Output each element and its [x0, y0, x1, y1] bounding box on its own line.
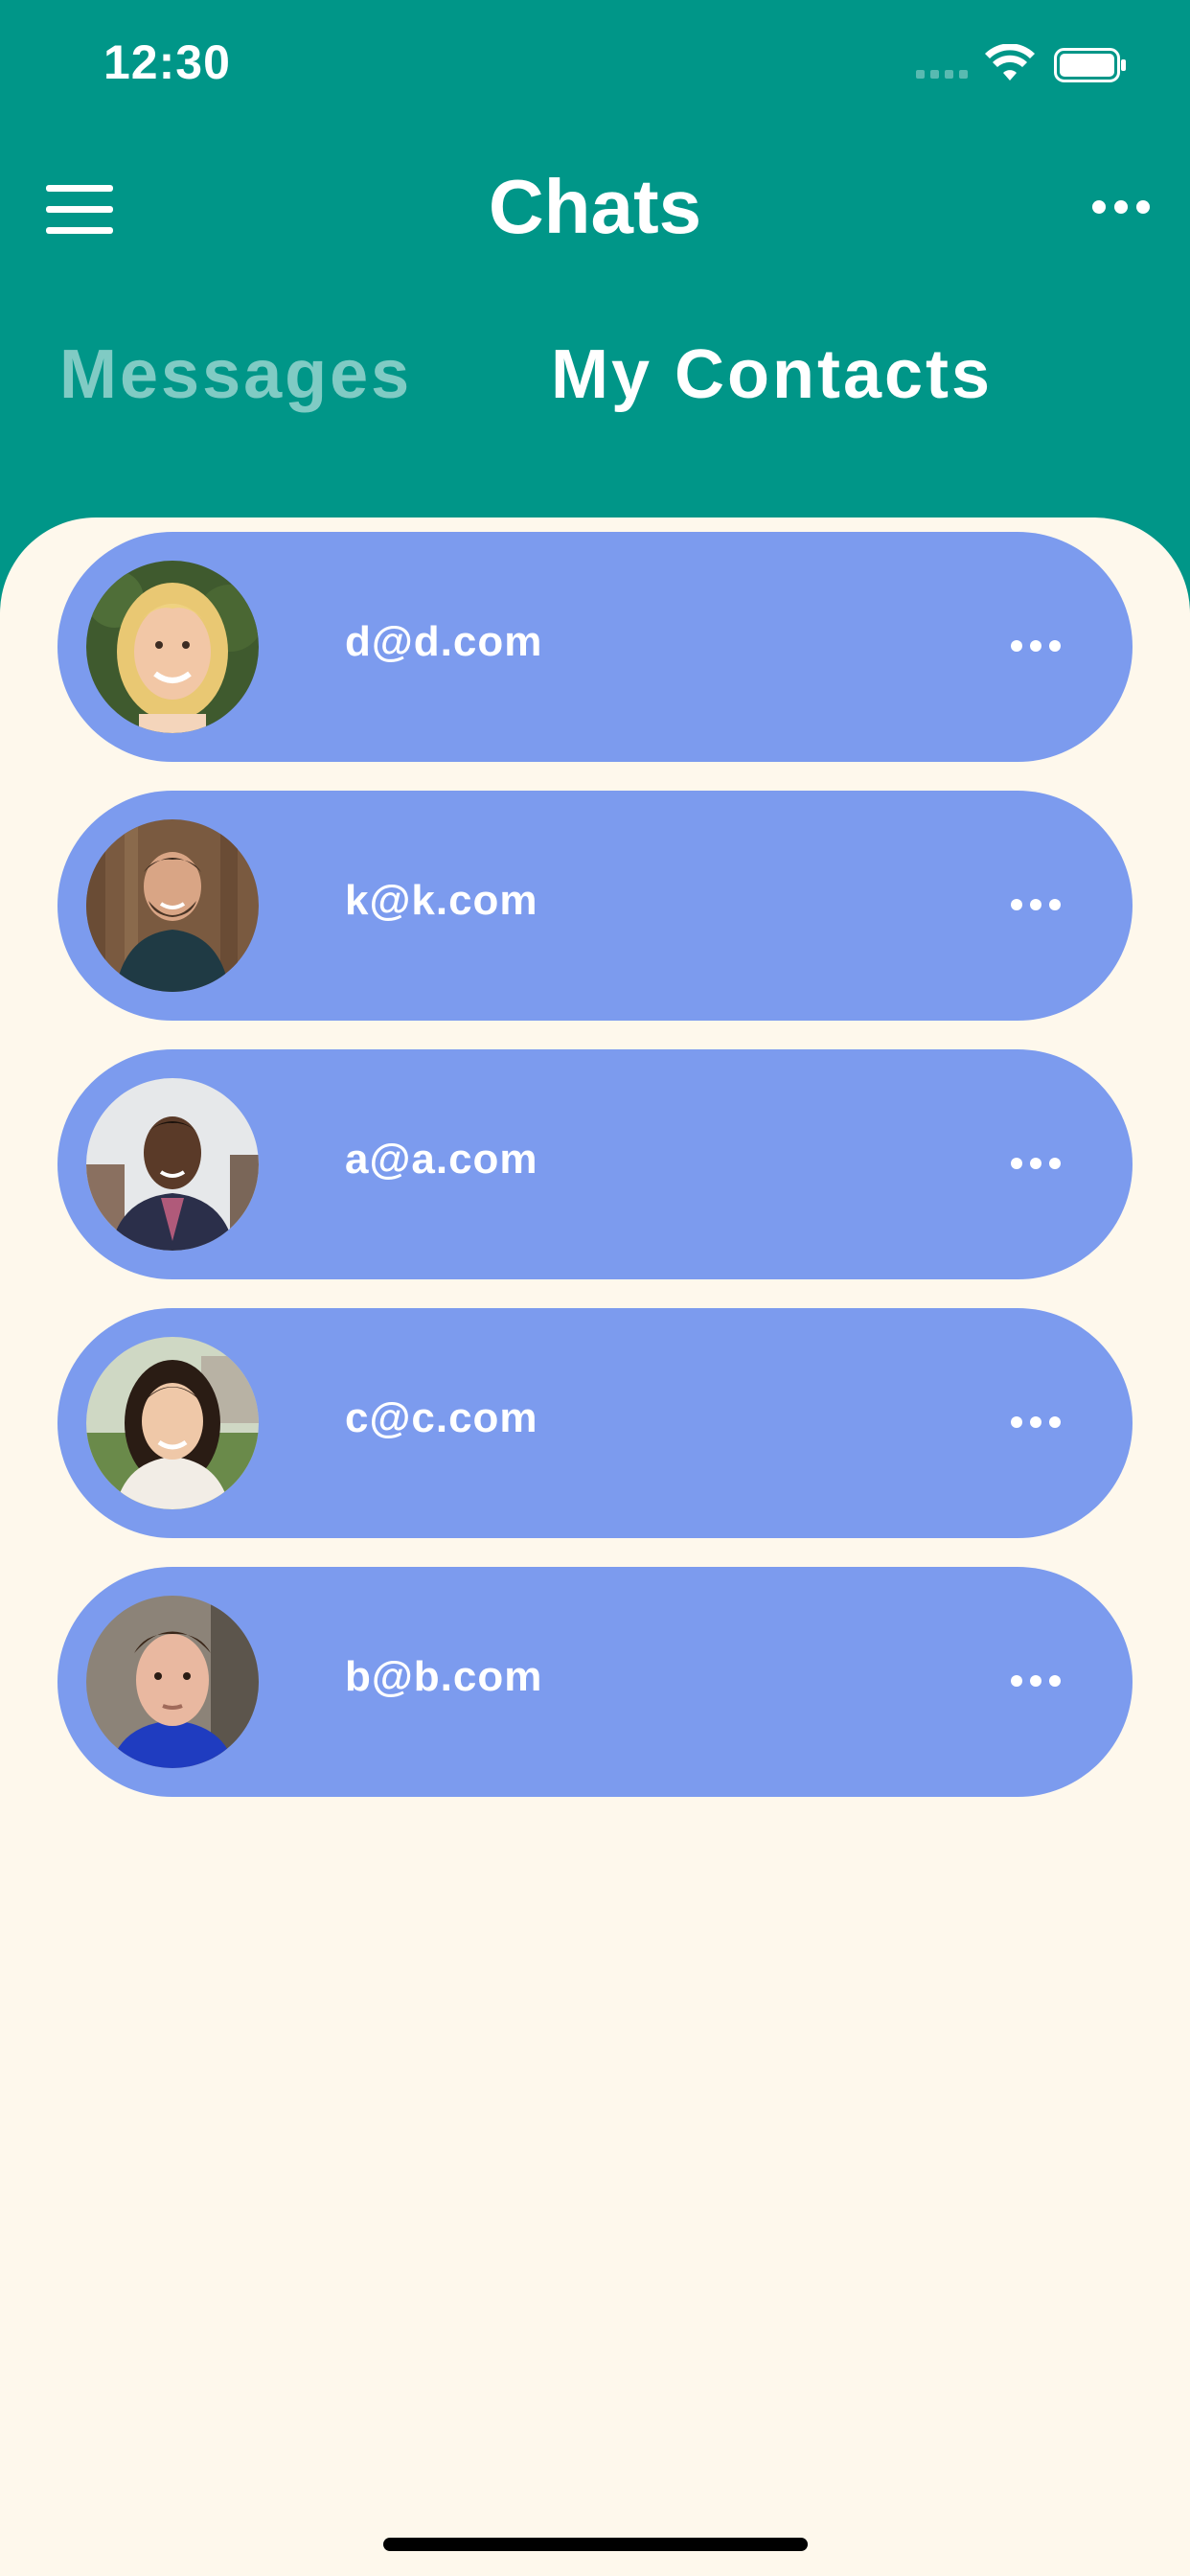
avatar: [86, 1078, 259, 1251]
status-bar: 12:30: [0, 0, 1190, 129]
more-options-icon[interactable]: [1011, 899, 1061, 914]
more-options-icon[interactable]: [1011, 1158, 1061, 1173]
app-header: Chats: [0, 129, 1190, 283]
contact-card[interactable]: d@d.com: [57, 532, 1133, 762]
contact-email: c@c.com: [345, 1394, 538, 1441]
more-options-icon[interactable]: [1011, 1675, 1061, 1690]
home-indicator[interactable]: [383, 2538, 808, 2551]
avatar: [86, 819, 259, 992]
avatar: [86, 561, 259, 733]
tab-my-contacts[interactable]: My Contacts: [551, 335, 993, 414]
cellular-signal-icon: [916, 70, 968, 79]
contact-card[interactable]: b@b.com: [57, 1567, 1133, 1797]
wifi-icon: [985, 44, 1035, 80]
avatar: [86, 1596, 259, 1768]
more-options-icon[interactable]: [1011, 640, 1061, 656]
tab-messages[interactable]: Messages: [59, 335, 412, 414]
contact-email: b@b.com: [345, 1653, 543, 1700]
more-options-icon[interactable]: [1092, 200, 1150, 219]
contacts-panel: d@d.com k@k.com a@a.com c@c.com b@b.com: [0, 518, 1190, 2576]
contact-email: k@k.com: [345, 877, 538, 924]
battery-icon: [1054, 48, 1126, 82]
contact-card[interactable]: k@k.com: [57, 791, 1133, 1021]
more-options-icon[interactable]: [1011, 1416, 1061, 1432]
page-title: Chats: [488, 164, 702, 249]
contact-card[interactable]: a@a.com: [57, 1049, 1133, 1279]
contact-card[interactable]: c@c.com: [57, 1308, 1133, 1538]
status-time: 12:30: [103, 35, 231, 89]
tab-bar: Messages My Contacts: [0, 335, 1190, 441]
contact-email: a@a.com: [345, 1136, 538, 1183]
contact-email: d@d.com: [345, 618, 543, 665]
avatar: [86, 1337, 259, 1509]
